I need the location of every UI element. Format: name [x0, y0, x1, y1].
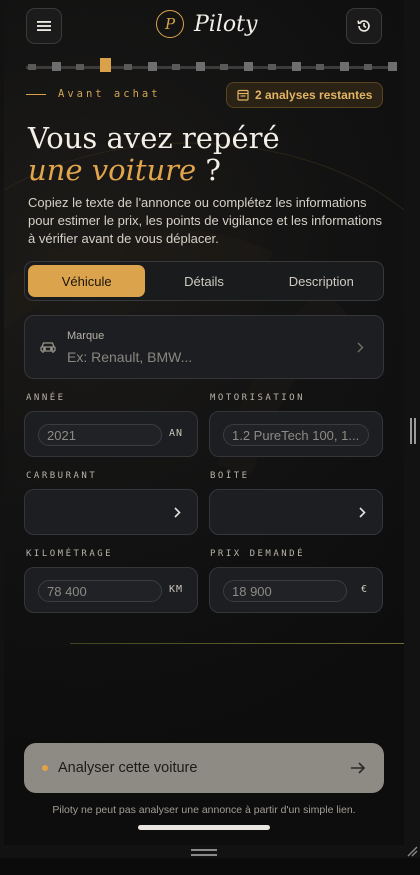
- price-label: PRIX DEMANDÉ: [210, 549, 306, 559]
- progress-step: [316, 64, 324, 70]
- title-accent: une voiture: [28, 153, 197, 187]
- price-input[interactable]: 18 900: [223, 580, 347, 602]
- progress-step: [364, 64, 372, 70]
- arrow-right-icon: [351, 762, 366, 774]
- progress-step: [268, 64, 276, 70]
- mileage-input[interactable]: 78 400: [38, 580, 162, 602]
- price-unit: €: [360, 584, 368, 595]
- progress-step: [220, 64, 228, 70]
- year-unit: AN: [168, 428, 183, 439]
- progress-step: [28, 64, 36, 70]
- brand-label: Marque: [67, 330, 105, 342]
- progress-step: [76, 64, 84, 70]
- progress-step: [244, 62, 253, 71]
- year-input[interactable]: 2021: [38, 424, 162, 446]
- year-field[interactable]: 2021 AN: [24, 411, 198, 457]
- menu-icon: [37, 21, 51, 31]
- intro-text: Copiez le texte de l'annonce ou compléte…: [28, 195, 383, 246]
- tab-vehicule[interactable]: Véhicule: [28, 265, 146, 297]
- resize-grip-horizontal[interactable]: [191, 849, 217, 856]
- resize-grip-vertical[interactable]: [410, 418, 416, 444]
- tab-details[interactable]: Détails: [145, 265, 262, 297]
- app-name: Piloty: [194, 11, 258, 37]
- brand-select[interactable]: Marque Ex: Renault, BMW...: [24, 315, 384, 379]
- progress-step: [292, 62, 301, 71]
- status-dot-icon: [42, 765, 48, 771]
- footnote: Piloty ne peut pas analyser une annonce …: [52, 804, 356, 816]
- remaining-analyses-badge[interactable]: 2 analyses restantes: [226, 82, 384, 108]
- title-line-1: Vous avez repéré: [28, 121, 280, 155]
- fuel-label: CARBURANT: [26, 471, 98, 481]
- progress-step: [388, 62, 397, 71]
- history-button[interactable]: [346, 8, 382, 44]
- resize-corner-icon[interactable]: [406, 845, 418, 857]
- chevron-right-icon: [174, 507, 181, 518]
- app-logo[interactable]: P Piloty: [156, 10, 257, 38]
- gearbox-label: BOÎTE: [210, 471, 250, 481]
- progress-step: [148, 62, 157, 71]
- progress-step: [340, 62, 349, 71]
- engine-field[interactable]: 1.2 PureTech 100, 1...: [209, 411, 383, 457]
- chevron-right-icon: [359, 507, 366, 518]
- gearbox-select[interactable]: [209, 489, 383, 535]
- home-indicator[interactable]: [138, 825, 270, 830]
- eyebrow-label: Avant achat: [58, 88, 161, 100]
- progress-strip: [26, 58, 397, 74]
- eyebrow-rule: [26, 93, 46, 95]
- engine-input[interactable]: 1.2 PureTech 100, 1...: [223, 424, 369, 446]
- form-tabs: Véhicule Détails Description: [24, 261, 384, 301]
- brand-placeholder: Ex: Renault, BMW...: [67, 349, 193, 365]
- analyze-button-label: Analyser cette voiture: [58, 760, 198, 776]
- progress-step: [100, 58, 111, 72]
- engine-label: MOTORISATION: [210, 393, 306, 403]
- analyze-button[interactable]: Analyser cette voiture: [24, 743, 384, 793]
- calendar-icon: [237, 89, 249, 101]
- mileage-field[interactable]: 78 400 KM: [24, 567, 198, 613]
- mileage-unit: KM: [168, 584, 183, 595]
- price-field[interactable]: 18 900 €: [209, 567, 383, 613]
- history-icon: [357, 20, 370, 32]
- app-frame: P Piloty Avant achat 2 analyses restante…: [4, 0, 404, 845]
- chevron-right-icon: [357, 342, 364, 353]
- title-suffix: ?: [196, 153, 221, 187]
- badge-label: 2 analyses restantes: [255, 88, 373, 102]
- window-bottom-bar: [0, 858, 420, 875]
- progress-step: [52, 62, 61, 71]
- progress-step: [172, 64, 180, 70]
- logo-mark: P: [156, 10, 184, 38]
- decorative-divider: [70, 643, 404, 644]
- year-label: ANNÉE: [26, 393, 66, 403]
- page-title: Vous avez repéré une voiture ?: [28, 122, 388, 186]
- app-header: P Piloty: [4, 8, 404, 44]
- progress-step: [124, 64, 132, 70]
- fuel-select[interactable]: [24, 489, 198, 535]
- mileage-label: KILOMÉTRAGE: [26, 549, 114, 559]
- car-icon: [40, 342, 56, 353]
- section-eyebrow: Avant achat: [26, 88, 161, 100]
- progress-step: [196, 62, 205, 71]
- menu-button[interactable]: [26, 8, 62, 44]
- tab-description[interactable]: Description: [263, 265, 380, 297]
